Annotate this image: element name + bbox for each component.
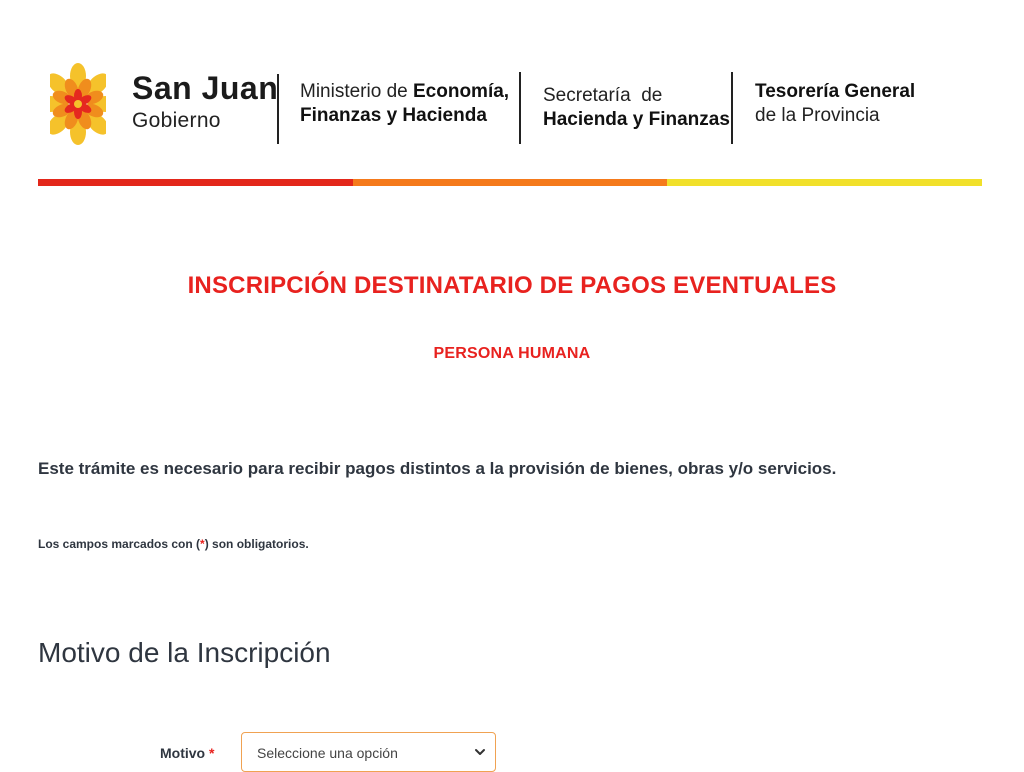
page-title: INSCRIPCIÓN DESTINATARIO DE PAGOS EVENTU… [187,272,837,299]
treasury-line1: Tesorería General [755,81,916,102]
motivo-select-value: Seleccione una opción [257,745,398,761]
intro-text: Este trámite es necesario para recibir p… [38,459,837,478]
san-juan-logo-icon [50,63,106,145]
motivo-label: Motivo * [160,745,214,761]
brand: San Juan Gobierno [132,72,278,134]
ministry-line2: Finanzas y Hacienda [300,105,487,126]
site-header: San Juan Gobierno Ministerio de Economía… [0,0,1024,190]
secretariat-name: Secretaría de Hacienda y Finanzas [543,84,730,132]
secretariat-line1: Secretaría de [543,85,663,106]
ministry-line1-bold: Economía, [413,81,510,102]
motivo-label-text: Motivo [160,745,206,761]
motivo-required-mark: * [209,745,215,761]
ministry-name: Ministerio de Economía, Finanzas y Hacie… [300,80,509,128]
treasury-name: Tesorería General de la Provincia [755,80,915,128]
section-title-motivo: Motivo de la Inscripción [38,637,331,668]
page-subtitle: PERSONA HUMANA [433,345,591,362]
color-bar-orange [352,179,668,186]
brand-subtitle: Gobierno [132,109,221,132]
required-fields-note: Los campos marcados con (*) son obligato… [38,537,309,551]
required-note-prefix: Los campos marcados con ( [38,537,201,551]
secretariat-line2: Hacienda y Finanzas [543,109,730,130]
header-color-bar [38,179,983,186]
brand-title: San Juan [132,70,279,106]
header-divider [519,72,521,144]
ministry-line1-prefix: Ministerio de [300,81,413,102]
required-note-suffix: ) son obligatorios. [204,537,309,551]
color-bar-red [38,179,353,186]
motivo-select[interactable]: Seleccione una opción [241,732,496,772]
treasury-line2: de la Provincia [755,105,880,126]
color-bar-yellow [667,179,983,186]
header-divider [277,74,279,144]
header-divider [731,72,733,144]
chevron-down-icon [475,749,485,755]
